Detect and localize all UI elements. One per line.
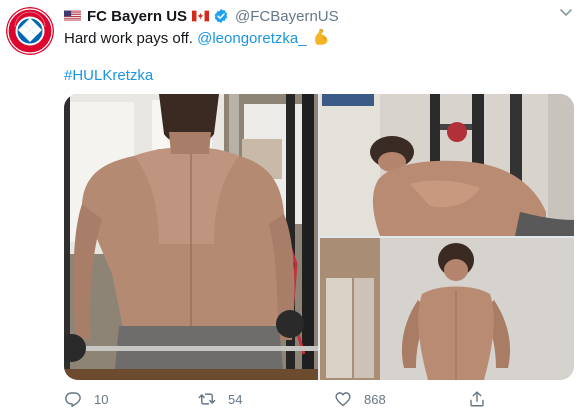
- retweet-icon: [198, 393, 216, 405]
- tweet-text: Hard work pays off. @leongoretzka_: [64, 28, 329, 49]
- verified-badge-icon: [214, 9, 228, 23]
- retweet-button[interactable]: 54: [198, 390, 242, 408]
- like-icon: [335, 392, 351, 407]
- retweet-count: 54: [228, 391, 243, 407]
- reply-count: 10: [94, 391, 109, 407]
- media-grid[interactable]: [64, 94, 574, 380]
- share-icon: [470, 391, 484, 407]
- avatar[interactable]: [6, 7, 54, 55]
- canada-flag-icon: [192, 10, 210, 22]
- photo-leaning-rack[interactable]: [320, 94, 574, 236]
- like-button[interactable]: 868: [334, 390, 386, 408]
- photo-back-window[interactable]: [64, 94, 318, 380]
- mention-link[interactable]: @leongoretzka_: [197, 30, 306, 47]
- flexed-biceps-icon: [314, 28, 327, 45]
- tweet-text-body: Hard work pays off.: [64, 30, 198, 47]
- caret-down-icon[interactable]: [559, 8, 573, 18]
- like-count: 868: [364, 391, 386, 407]
- tweet-actions: 10 54 868: [64, 390, 504, 412]
- share-button[interactable]: [468, 390, 486, 408]
- photo-flexing-back[interactable]: [320, 238, 574, 380]
- handle[interactable]: @FCBayernUS: [235, 8, 339, 25]
- tweet[interactable]: FC Bayern US @FCBayernUS Hard work pays …: [0, 0, 587, 415]
- us-flag-icon: [64, 10, 81, 22]
- hashtag-link[interactable]: #HULKretzka: [64, 67, 153, 84]
- tweet-header: FC Bayern US @FCBayernUS: [64, 6, 339, 26]
- reply-icon: [65, 392, 81, 407]
- fc-bayern-logo-icon: [6, 7, 54, 55]
- reply-button[interactable]: 10: [64, 390, 108, 408]
- display-name[interactable]: FC Bayern US: [87, 8, 187, 25]
